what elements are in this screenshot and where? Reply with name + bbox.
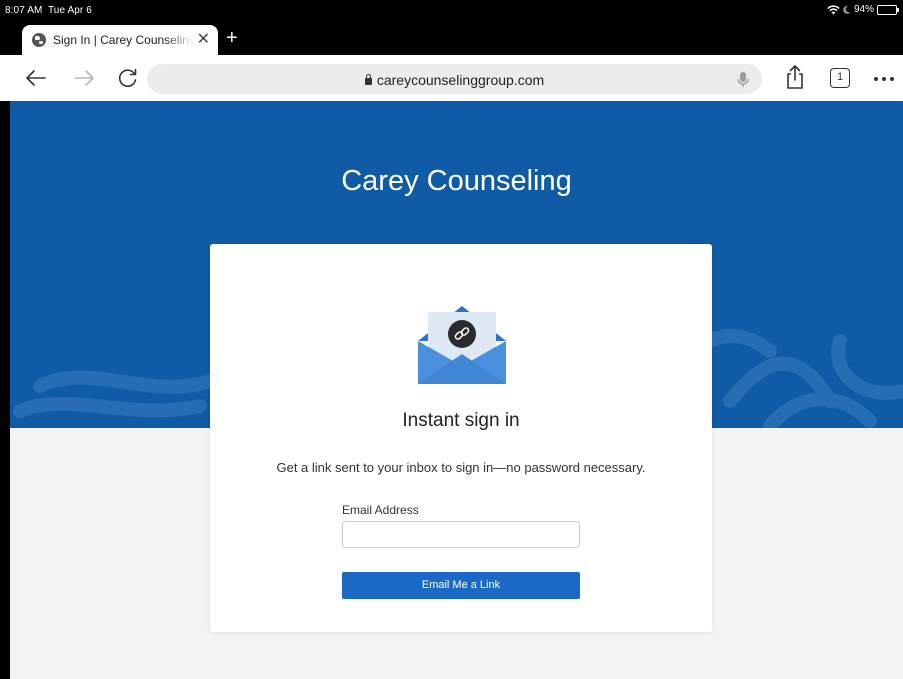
- globe-icon: [32, 33, 46, 47]
- battery-icon: [877, 4, 899, 15]
- browser-tab[interactable]: Sign In | Carey Counseling Group ✕: [22, 25, 218, 55]
- tab-strip: Sign In | Carey Counseling Group ✕ +: [0, 22, 903, 55]
- email-me-link-button[interactable]: Email Me a Link: [342, 572, 580, 599]
- tab-count: 1: [836, 71, 844, 83]
- card-description: Get a link sent to your inbox to sign in…: [276, 460, 646, 475]
- hero-title: Carey Counseling: [341, 165, 572, 197]
- more-icon[interactable]: [872, 75, 896, 83]
- wifi-icon: [827, 4, 840, 14]
- email-field-label: Email Address: [342, 503, 419, 517]
- lock-icon: [364, 74, 372, 85]
- back-arrow-icon[interactable]: [24, 66, 48, 90]
- tab-close-icon[interactable]: ✕: [197, 32, 210, 48]
- status-bar: 8:07 AM Tue Apr 6 94%: [0, 0, 903, 22]
- address-bar[interactable]: careycounselinggroup.com: [147, 64, 762, 94]
- card-title: Instant sign in: [402, 410, 520, 431]
- status-indicators: 94%: [827, 4, 899, 15]
- status-time-text: 8:07 AM: [5, 5, 43, 16]
- tab-title: Sign In | Carey Counseling Group: [53, 33, 193, 47]
- web-page: Carey Counseling Instant sign in Get a l…: [10, 101, 903, 679]
- email-field[interactable]: [342, 521, 580, 548]
- reload-icon[interactable]: [116, 66, 140, 90]
- url-text: careycounselinggroup.com: [376, 72, 545, 88]
- url-display: careycounselinggroup.com: [147, 72, 762, 88]
- signin-card: Instant sign in Get a link sent to your …: [210, 244, 712, 632]
- battery-percent: 94%: [853, 4, 874, 15]
- browser-toolbar: careycounselinggroup.com 1: [0, 55, 903, 101]
- tabs-icon[interactable]: 1: [830, 68, 850, 88]
- moon-icon: [843, 5, 851, 14]
- status-date-text: Tue Apr 6: [47, 5, 92, 16]
- share-icon[interactable]: [783, 64, 807, 90]
- envelope-link-icon: [418, 306, 506, 384]
- new-tab-button[interactable]: +: [226, 28, 238, 48]
- forward-arrow-icon[interactable]: [72, 66, 96, 90]
- status-time: 8:07 AM Tue Apr 6: [5, 5, 92, 16]
- microphone-icon[interactable]: [736, 71, 750, 89]
